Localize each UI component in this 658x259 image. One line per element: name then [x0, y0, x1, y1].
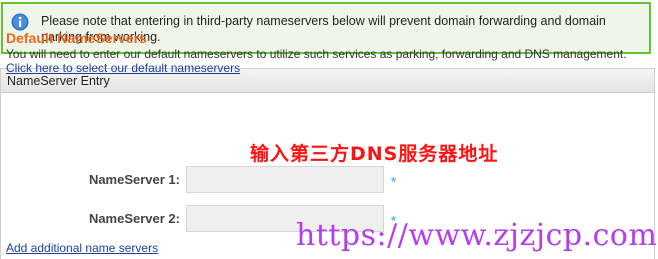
info-icon — [11, 13, 29, 31]
nameserver-1-label: NameServer 1: — [88, 172, 180, 187]
description-text: You will need to enter our default names… — [6, 47, 627, 61]
nameserver-1-input[interactable] — [186, 166, 384, 193]
add-nameservers-link[interactable]: Add additional name servers — [6, 241, 158, 255]
annotation-overlay: 输入第三方DNS服务器地址 — [250, 143, 499, 165]
nameserver-row-1: NameServer 1: * — [0, 166, 420, 194]
required-marker: * — [391, 174, 397, 189]
select-default-nameservers-link[interactable]: Click here to select our default nameser… — [6, 61, 240, 75]
nameserver-2-label: NameServer 2: — [88, 211, 180, 226]
section-description: You will need to enter our default names… — [6, 47, 651, 75]
section-title: Default NameServers — [6, 30, 147, 46]
watermark: https://www.zjzjcp.com — [296, 218, 658, 253]
